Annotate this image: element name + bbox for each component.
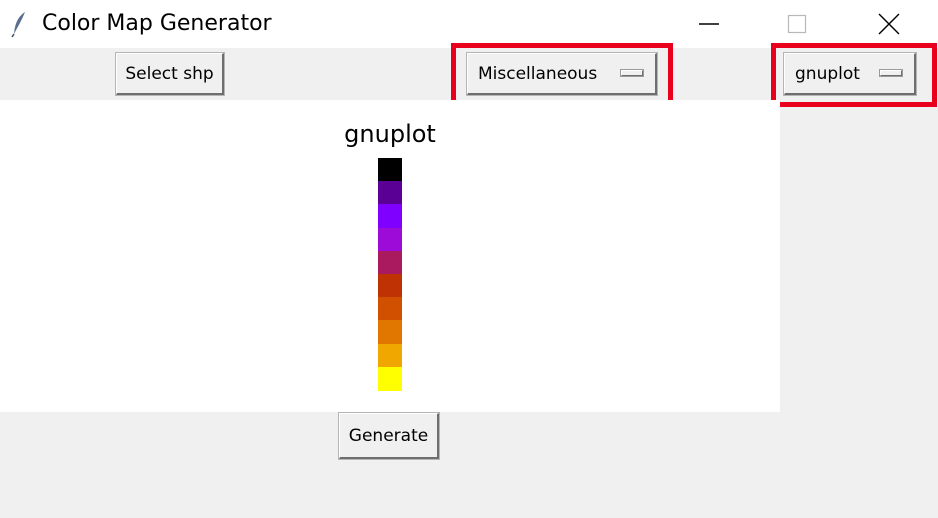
color-swatch	[378, 297, 402, 322]
minimize-icon	[699, 23, 719, 25]
color-swatch	[378, 274, 402, 298]
generate-button[interactable]: Generate	[338, 412, 440, 460]
color-swatch	[378, 204, 402, 229]
preview-canvas: gnuplot	[0, 100, 780, 412]
maximize-button[interactable]	[774, 0, 820, 48]
color-swatch	[378, 250, 402, 275]
minimize-button[interactable]	[686, 0, 732, 48]
color-swatch	[378, 366, 402, 391]
color-swatch	[378, 227, 402, 252]
color-swatch	[378, 343, 402, 368]
select-shp-button[interactable]: Select shp	[115, 52, 225, 96]
color-swatch	[378, 181, 402, 206]
feather-icon	[11, 12, 25, 38]
window-title: Color Map Generator	[42, 11, 272, 36]
color-swatch	[378, 320, 402, 345]
color-swatch	[378, 158, 402, 182]
close-button[interactable]	[866, 0, 912, 48]
title-bar: Color Map Generator	[0, 0, 938, 48]
highlight-box-colormap	[771, 43, 937, 107]
colormap-title: gnuplot	[344, 120, 436, 148]
maximize-icon	[787, 14, 807, 34]
highlight-box-category	[451, 43, 673, 107]
close-icon	[878, 13, 900, 35]
